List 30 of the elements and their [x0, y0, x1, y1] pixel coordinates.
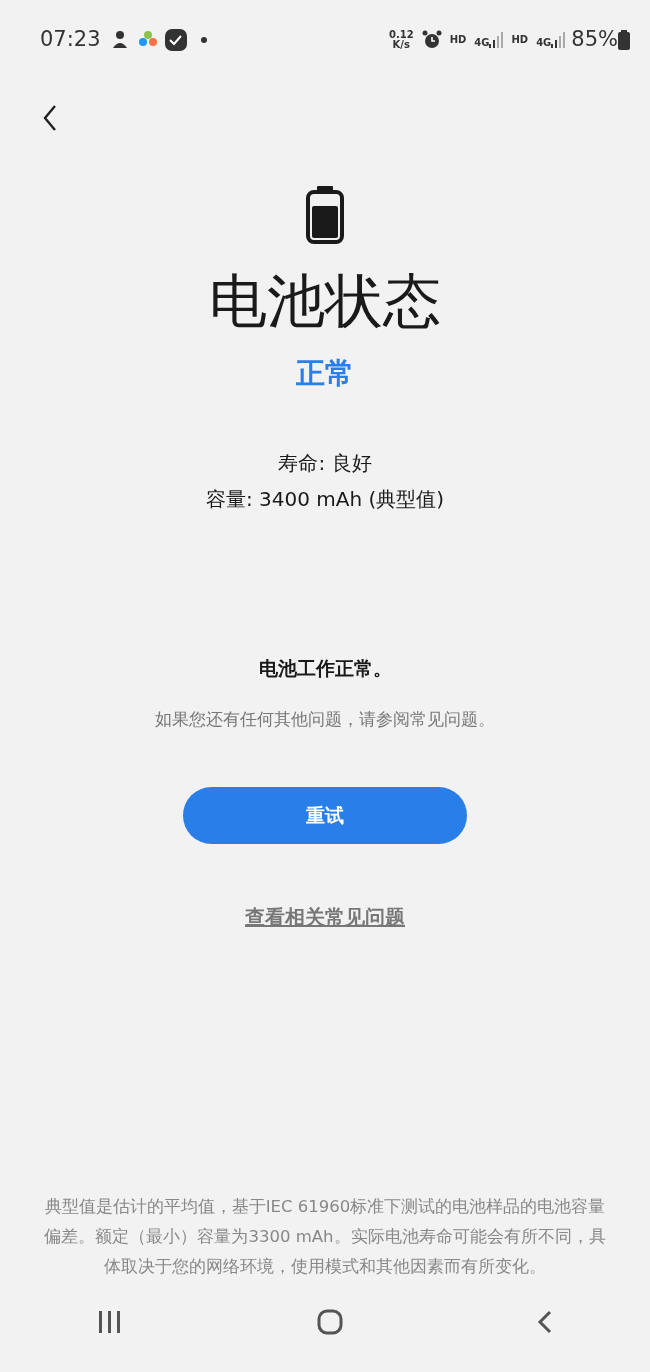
recent-apps-icon[interactable] [97, 1311, 123, 1333]
battery-icon [306, 186, 344, 244]
page-title: 电池状态 [209, 272, 441, 330]
network-text: 4G [536, 38, 552, 48]
dot-icon [200, 37, 207, 43]
back-icon[interactable] [537, 1310, 553, 1334]
battery-icon [618, 30, 630, 50]
signal-icon [489, 32, 504, 48]
signal-icon [551, 32, 566, 48]
back-icon[interactable] [42, 104, 58, 132]
network-text: 4G [474, 38, 490, 48]
hint-text: 如果您还有任何其他问题，请参阅常见问题。 [155, 709, 495, 731]
faq-link[interactable]: 查看相关常见问题 [245, 901, 405, 932]
footnote-text: 典型值是估计的平均值，基于IEC 61960标准下测试的电池样品的电池容量偏差。额定（最小）容量为3300 mAh。实际电池寿命可能会有所不同，具体取决于您的网络环境，使用模式和其他因素而有所变化。 [43, 1196, 607, 1278]
hd-text: HD [511, 35, 529, 45]
person-icon [110, 30, 129, 50]
speed-unit: K/s [391, 40, 411, 50]
home-icon[interactable] [317, 1309, 343, 1335]
clock-text: 07:23 [40, 26, 101, 54]
retry-button[interactable]: 重试 [183, 786, 467, 844]
alarm-icon [421, 30, 442, 50]
pinwheel-icon [138, 31, 157, 49]
detail-text: 寿命: 良好 [278, 449, 372, 477]
hd-text: HD [449, 35, 467, 45]
result-text: 电池工作正常。 [258, 655, 392, 681]
speed-value: 0.12 [388, 30, 414, 40]
check-app-icon [164, 29, 187, 51]
status-text: 正常 [296, 355, 354, 392]
battery-percent: 85% [571, 26, 618, 54]
detail-text: 容量: 3400 mAh (典型值) [205, 485, 445, 513]
